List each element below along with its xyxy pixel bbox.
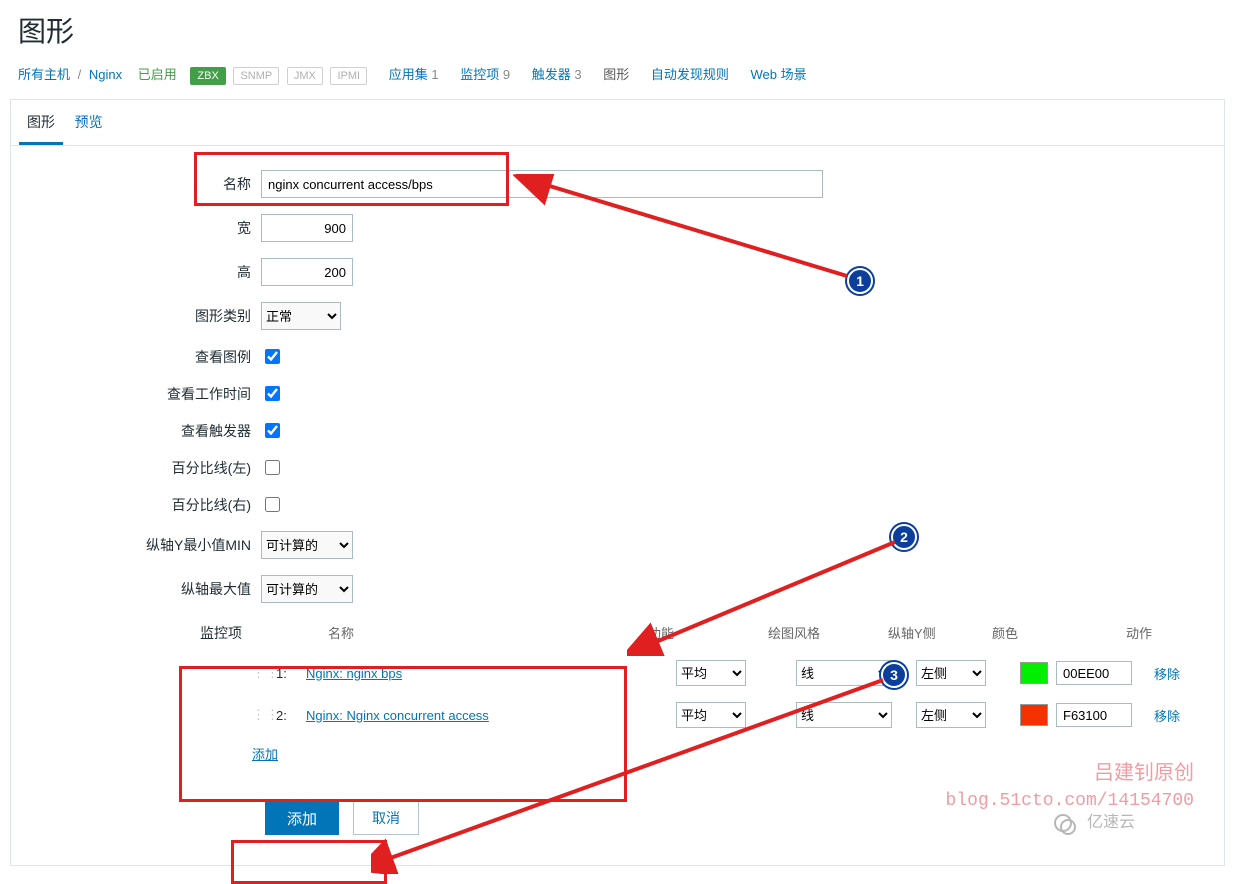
annotation-badge-1: 1 [847,268,873,294]
footer-brand-icon [1054,814,1072,832]
label-height: 高 [21,262,261,282]
tab-preview[interactable]: 预览 [67,100,111,142]
select-side[interactable]: 左侧 [916,660,986,686]
items-header-row: 名称 功能 绘图风格 纵轴Y侧 颜色 动作 [252,619,1214,652]
nav-applications-label: 应用集 [389,67,428,82]
cancel-button[interactable]: 取消 [353,801,419,835]
input-color[interactable] [1056,661,1132,685]
col-head-style: 绘图风格 [768,623,888,642]
footer-brand-text: 亿速云 [1087,814,1135,831]
select-func[interactable]: 平均 [676,702,746,728]
color-swatch[interactable] [1020,662,1048,684]
label-name: 名称 [21,174,261,194]
submit-button[interactable]: 添加 [265,801,339,835]
check-pct-left[interactable] [265,460,280,475]
select-style[interactable]: 线 [796,702,892,728]
nav-graphs[interactable]: 图形 [603,67,629,82]
remove-link[interactable]: 移除 [1154,667,1180,682]
select-side[interactable]: 左侧 [916,702,986,728]
form-area: 名称 宽 高 图形类别 正常 查看图例 查看工作时间 查看触发器 [11,146,1224,865]
drag-handle-icon[interactable]: ⋮⋮ [252,707,276,723]
nav-applications-count: 1 [431,67,438,82]
label-items: 监控项 [21,619,252,643]
item-index: 1: [276,666,306,681]
select-func[interactable]: 平均 [676,660,746,686]
label-width: 宽 [21,218,261,238]
input-name[interactable] [261,170,823,198]
check-show-legend[interactable] [265,349,280,364]
nav-triggers-label: 触发器 [532,67,571,82]
label-pct-left: 百分比线(左) [21,458,261,478]
tabs: 图形 预览 [11,100,1224,146]
annotation-box-3 [231,840,387,884]
select-ymax[interactable]: 可计算的 [261,575,353,603]
badge-zbx: ZBX [190,67,225,85]
check-show-triggers[interactable] [265,423,280,438]
add-item-link[interactable]: 添加 [252,744,278,763]
label-worktime: 查看工作时间 [21,384,261,404]
status-enabled: 已启用 [138,67,177,82]
label-triggers: 查看触发器 [21,421,261,441]
col-head-action: 动作 [1126,623,1186,642]
label-type: 图形类别 [21,306,261,326]
badge-jmx: JMX [287,67,323,85]
watermark-author: 吕建钊原创 [1094,756,1194,785]
badge-ipmi: IPMI [330,67,367,85]
item-name-link[interactable]: Nginx: Nginx concurrent access [306,708,489,723]
col-head-color: 颜色 [992,623,1126,642]
label-ymin: 纵轴Y最小值MIN [21,535,261,555]
main-card: 图形 预览 名称 宽 高 图形类别 正常 查看图例 查看工作时间 [10,99,1225,866]
select-graph-type[interactable]: 正常 [261,302,341,330]
crumb-all-hosts[interactable]: 所有主机 [18,67,70,82]
footer-brand-badge: 亿速云 [1054,808,1135,832]
item-name-link[interactable]: Nginx: nginx bps [306,666,402,681]
check-pct-right[interactable] [265,497,280,512]
drag-handle-icon[interactable]: ⋮⋮ [252,665,276,681]
item-row: ⋮⋮ 1: Nginx: nginx bps 平均 线 左侧 移除 [252,652,1214,694]
nav-items-label: 监控项 [460,67,499,82]
annotation-badge-3: 3 [881,662,907,688]
nav-triggers[interactable]: 触发器 3 [532,67,586,82]
input-color[interactable] [1056,703,1132,727]
tab-graph[interactable]: 图形 [19,100,63,145]
check-show-worktime[interactable] [265,386,280,401]
label-legend: 查看图例 [21,347,261,367]
crumb-host[interactable]: Nginx [89,67,122,82]
item-index: 2: [276,708,306,723]
label-ymax: 纵轴最大值 [21,579,261,599]
annotation-badge-2: 2 [891,524,917,550]
nav-triggers-count: 3 [574,67,581,82]
nav-web[interactable]: Web 场景 [751,67,807,82]
page-title: 图形 [0,0,1235,62]
col-head-func: 功能 [648,623,768,642]
badge-snmp: SNMP [233,67,279,85]
nav-items[interactable]: 监控项 9 [460,67,514,82]
input-height[interactable] [261,258,353,286]
nav-applications[interactable]: 应用集 1 [389,67,443,82]
color-swatch[interactable] [1020,704,1048,726]
breadcrumb-navbar: 所有主机 / Nginx 已启用 ZBX SNMP JMX IPMI 应用集 1… [0,62,1235,99]
label-pct-right: 百分比线(右) [21,495,261,515]
select-ymin[interactable]: 可计算的 [261,531,353,559]
col-head-name: 名称 [252,623,648,642]
input-width[interactable] [261,214,353,242]
crumb-separator: / [74,67,86,82]
item-row: ⋮⋮ 2: Nginx: Nginx concurrent access 平均 … [252,694,1214,736]
col-head-side: 纵轴Y侧 [888,623,992,642]
select-style[interactable]: 线 [796,660,892,686]
remove-link[interactable]: 移除 [1154,709,1180,724]
nav-items-count: 9 [503,67,510,82]
nav-discovery[interactable]: 自动发现规则 [651,67,729,82]
